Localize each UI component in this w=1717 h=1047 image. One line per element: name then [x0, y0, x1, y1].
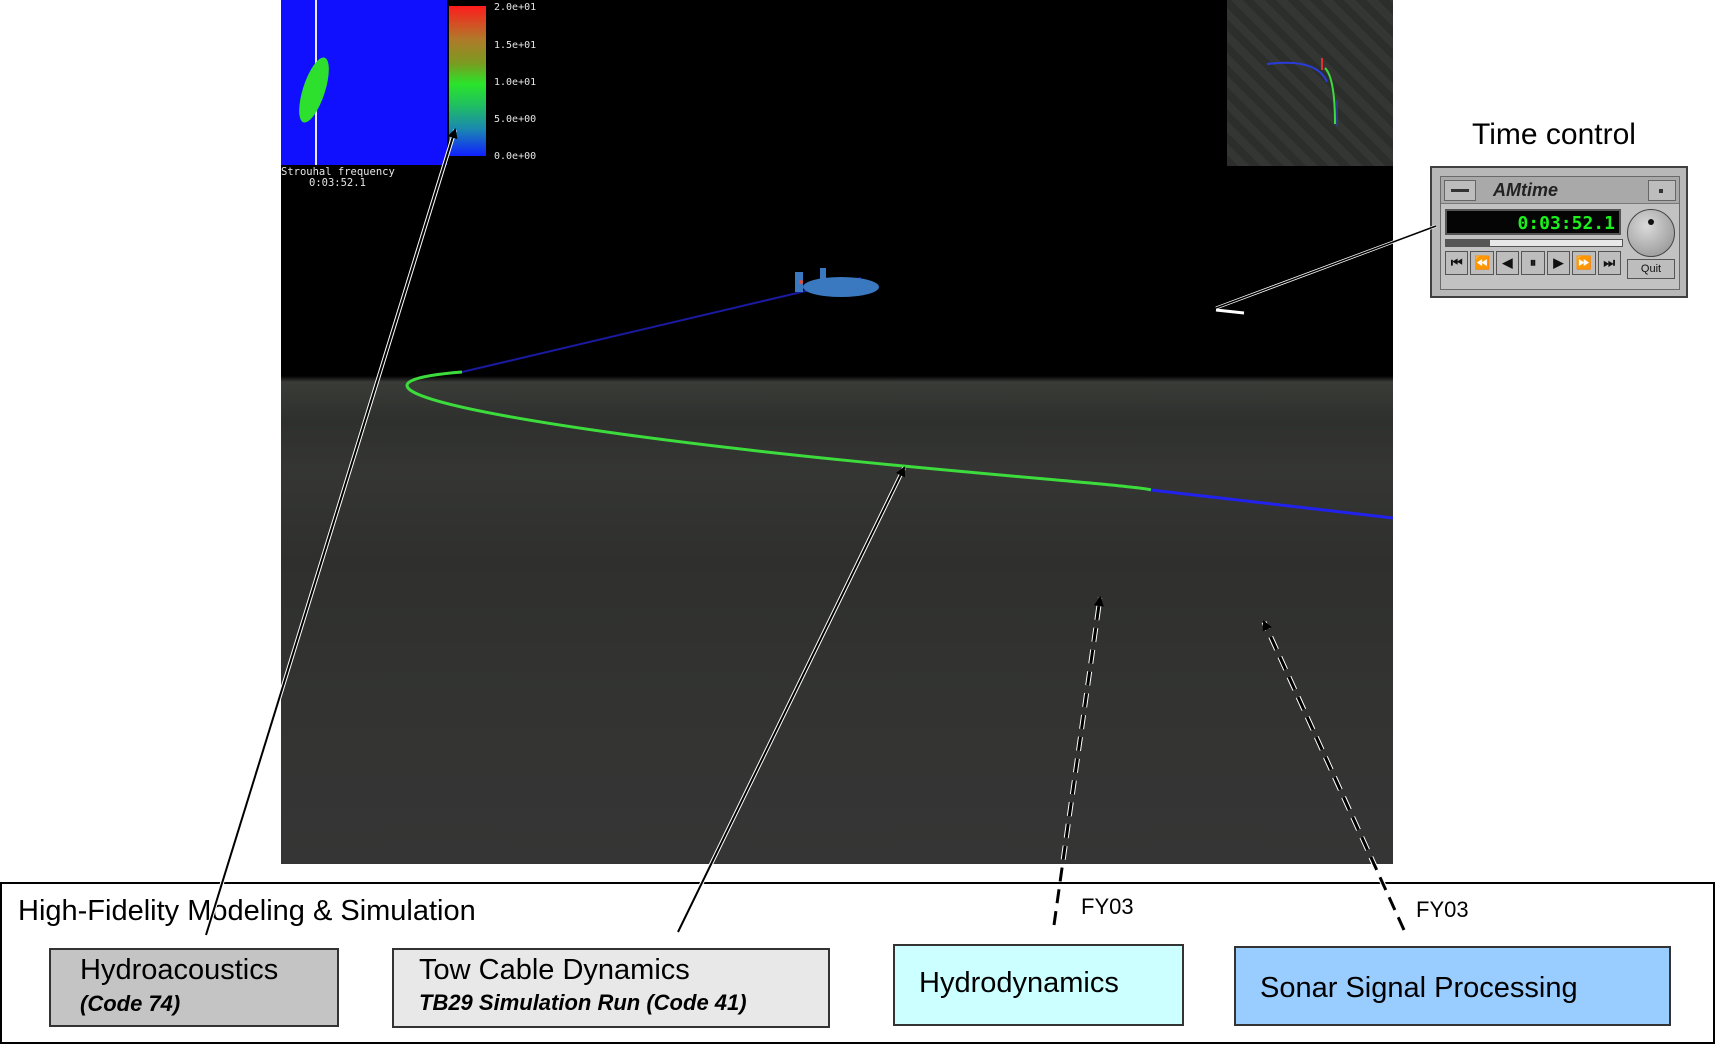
hydrodynamics-box: Hydrodynamics [893, 944, 1184, 1026]
tow-cable-subtitle: TB29 Simulation Run (Code 41) [419, 990, 747, 1015]
quit-button[interactable]: Quit [1627, 259, 1675, 279]
step-back-button[interactable]: ◀ [1495, 251, 1520, 275]
speed-knob[interactable] [1627, 209, 1675, 257]
pause-button[interactable]: ⏸ [1521, 251, 1545, 275]
rewind-button[interactable]: ⏪ [1470, 251, 1494, 275]
tow-cable-title: Tow Cable Dynamics [419, 954, 690, 986]
window-menu-button[interactable] [1444, 180, 1476, 201]
skip-to-start-button[interactable]: ⏮ [1445, 251, 1469, 275]
amtime-title: AMtime [1493, 180, 1559, 200]
amtime-body: AMtime 0:03:52.1 ⏮ ⏪ ◀ ⏸ ▶ ⏩ ⏭ Quit [1440, 176, 1680, 290]
time-progress-bar[interactable] [1445, 239, 1623, 247]
time-display-text: 0:03:52.1 [1517, 213, 1615, 234]
hydroacoustics-subtitle: (Code 74) [80, 991, 181, 1016]
sonar-signal-processing-box: Sonar Signal Processing [1234, 946, 1671, 1026]
amtime-window[interactable]: AMtime 0:03:52.1 ⏮ ⏪ ◀ ⏸ ▶ ⏩ ⏭ Quit [1430, 166, 1688, 298]
hydroacoustics-box: Hydroacoustics (Code 74) [49, 948, 339, 1027]
panel-title: High-Fidelity Modeling & Simulation [18, 895, 476, 927]
hydroacoustics-title: Hydroacoustics [80, 954, 279, 986]
sonar-title: Sonar Signal Processing [1260, 972, 1578, 1004]
tow-cable-upper [461, 277, 862, 373]
hydrodynamics-title: Hydrodynamics [919, 967, 1119, 999]
simulation-viewport[interactable]: 2.0e+01 1.5e+01 1.0e+01 5.0e+00 0.0e+00 … [281, 0, 1393, 864]
menu-bar-icon [1451, 189, 1469, 192]
tow-cable-green [405, 370, 1152, 492]
playback-controls: ⏮ ⏪ ◀ ⏸ ▶ ⏩ ⏭ [1445, 251, 1621, 275]
time-control-label: Time control [1472, 118, 1636, 151]
fy-label: FY03 [1416, 897, 1469, 922]
submarine [795, 268, 879, 297]
scene-3d [405, 268, 1393, 520]
minimize-button[interactable] [1648, 180, 1676, 201]
minimize-icon [1659, 189, 1663, 193]
play-button[interactable]: ▶ [1546, 251, 1571, 275]
tow-cable-dynamics-box: Tow Cable Dynamics TB29 Simulation Run (… [392, 948, 830, 1028]
knob-indicator [1648, 219, 1654, 225]
fy-label: FY03 [1081, 894, 1134, 919]
skip-to-end-button[interactable]: ⏭ [1597, 251, 1621, 275]
time-display: 0:03:52.1 [1445, 209, 1621, 235]
fast-forward-button[interactable]: ⏩ [1572, 251, 1596, 275]
time-progress-fill [1446, 240, 1490, 246]
tow-cable-blue [1150, 488, 1393, 520]
amtime-titlebar[interactable]: AMtime [1441, 177, 1679, 204]
